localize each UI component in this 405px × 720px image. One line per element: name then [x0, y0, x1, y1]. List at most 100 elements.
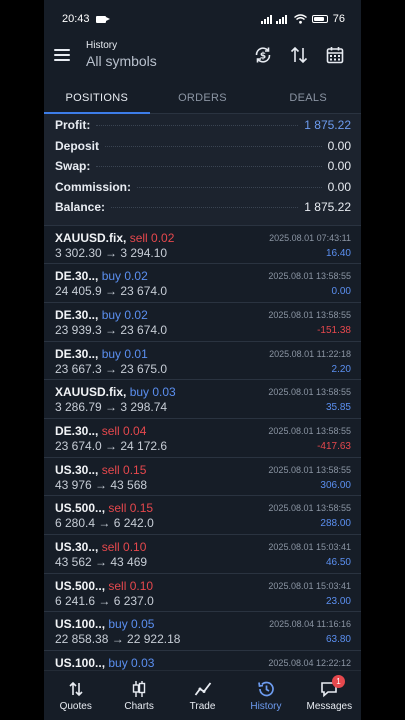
nav-trade[interactable]: Trade: [171, 671, 234, 720]
profit-value: 1 875.22: [304, 118, 351, 132]
deal-volume: buy 0.03: [108, 656, 155, 671]
deal-profit: 35.85: [325, 402, 351, 414]
deal-time: 2025.08.04 11:16:16: [269, 619, 351, 630]
nav-history[interactable]: History: [234, 671, 297, 720]
deal-symbol: DE.30..,: [55, 346, 99, 361]
trade-icon: [194, 681, 211, 696]
calendar-button[interactable]: [317, 40, 353, 70]
camera-icon: [95, 15, 110, 23]
deal-profit: 23.00: [325, 595, 351, 607]
deal-prices: 22 858.38 → 22 922.18: [55, 632, 181, 647]
deal-symbol: DE.30..,: [55, 423, 99, 438]
deal-symbol: US.100..,: [55, 617, 106, 632]
deal-symbol: XAUUSD.fix,: [55, 385, 127, 400]
summary-label: Commission:: [55, 179, 132, 194]
deal-prices: 23 667.3 → 23 675.0: [55, 361, 168, 376]
sort-icon: [290, 46, 308, 64]
deal-profit: 46.50: [325, 557, 351, 568]
deal-symbol: US.500..,: [55, 501, 106, 516]
nav-label: History: [250, 700, 282, 712]
deal-row[interactable]: DE.30.., sell 0.04 23 674.0 → 24 172.6 2…: [44, 419, 361, 458]
bottom-navigation: Quotes Charts Trade History Messages 1: [44, 670, 361, 720]
status-bar: 20:43 76: [44, 0, 361, 38]
deal-prices: 3 302.30 → 3 294.10: [55, 245, 168, 260]
summary-label: Deposit: [55, 138, 100, 153]
app-screen: 20:43 76 History All symbols $ POSITIONS…: [44, 0, 361, 720]
deal-prices: 23 674.0 → 24 172.6: [55, 438, 168, 453]
deal-prices: 23 939.3 → 23 674.0: [55, 322, 168, 337]
deal-row[interactable]: DE.30.., buy 0.01 23 667.3 → 23 675.0 20…: [44, 342, 361, 381]
page-title: History: [86, 40, 118, 51]
deal-volume: sell 0.15: [108, 501, 154, 516]
deal-time: 2025.08.01 07:43:11: [269, 232, 351, 243]
quotes-icon: [69, 681, 83, 696]
currency-refresh-icon: $: [255, 47, 271, 63]
deal-volume: buy 0.03: [129, 385, 176, 400]
deal-time: 2025.08.01 13:58:55: [268, 387, 351, 398]
tab-deals[interactable]: DEALS: [255, 82, 361, 113]
deal-volume: buy 0.05: [108, 617, 155, 632]
history-icon: [258, 681, 274, 696]
nav-charts[interactable]: Charts: [107, 671, 170, 720]
nav-label: Messages: [306, 700, 353, 712]
battery-level: 76: [332, 13, 345, 25]
clock: 20:43: [62, 13, 90, 25]
tab-orders[interactable]: ORDERS: [150, 82, 256, 113]
deal-profit: 16.40: [325, 247, 351, 259]
deal-prices: 6 241.6 → 6 237.0: [55, 593, 154, 608]
app-bar: History All symbols $: [44, 38, 361, 72]
deal-row[interactable]: US.30.., sell 0.15 43 976 → 43 568 2025.…: [44, 458, 361, 497]
deal-volume: sell 0.15: [101, 462, 147, 477]
deal-symbol: US.100..,: [55, 656, 106, 671]
deal-time: 2025.08.01 13:58:55: [268, 425, 351, 436]
deal-profit: 288.00: [320, 518, 351, 530]
deal-row[interactable]: US.500.., sell 0.10 6 241.6 → 6 237.0 20…: [44, 574, 361, 613]
deal-prices: 6 280.4 → 6 242.0: [55, 516, 154, 531]
refresh-currency-button[interactable]: $: [245, 40, 281, 70]
tab-positions[interactable]: POSITIONS: [44, 82, 150, 114]
deal-row[interactable]: US.30.., sell 0.10 43 562 → 43 469 2025.…: [44, 535, 361, 574]
deal-profit: 63.80: [325, 634, 351, 646]
summary-row: Balance: 1 875.22: [55, 200, 351, 221]
deal-row[interactable]: US.500.., sell 0.15 6 280.4 → 6 242.0 20…: [44, 496, 361, 535]
nav-label: Quotes: [59, 700, 92, 712]
commission-value: 0.00: [327, 179, 351, 194]
summary-row: Profit: 1 875.22: [55, 118, 351, 139]
deal-volume: buy 0.02: [101, 269, 148, 284]
deal-prices: 3 286.79 → 3 298.74: [55, 400, 168, 415]
deal-profit: 0.00: [331, 286, 351, 298]
nav-label: Charts: [124, 700, 154, 712]
deal-symbol: XAUUSD.fix,: [55, 230, 127, 245]
deal-row[interactable]: DE.30.., buy 0.02 23 939.3 → 23 674.0 20…: [44, 303, 361, 342]
deal-volume: sell 0.10: [108, 578, 154, 593]
header-titles[interactable]: History All symbols: [86, 40, 245, 70]
deal-profit: 2.20: [331, 363, 351, 375]
summary-panel: Profit: 1 875.22 Deposit 0.00 Swap: 0.00…: [44, 114, 361, 226]
deal-list: XAUUSD.fix, sell 0.02 3 302.30 → 3 294.1…: [44, 226, 361, 690]
deal-symbol: US.500..,: [55, 578, 106, 593]
svg-text:$: $: [260, 52, 266, 62]
sort-button[interactable]: [281, 40, 317, 70]
calendar-icon: [326, 47, 344, 64]
deal-volume: sell 0.04: [101, 423, 147, 438]
summary-row: Swap: 0.00: [55, 159, 351, 180]
deal-row[interactable]: XAUUSD.fix, sell 0.02 3 302.30 → 3 294.1…: [44, 226, 361, 265]
swap-value: 0.00: [327, 159, 351, 173]
deal-row[interactable]: DE.30.., buy 0.02 24 405.9 → 23 674.0 20…: [44, 264, 361, 303]
history-tabs: POSITIONS ORDERS DEALS: [44, 82, 361, 114]
deal-volume: sell 0.02: [129, 230, 175, 245]
signal-icon: [260, 15, 287, 24]
summary-row: Commission: 0.00: [55, 180, 351, 201]
deal-row[interactable]: XAUUSD.fix, buy 0.03 3 286.79 → 3 298.74…: [44, 380, 361, 419]
deal-prices: 43 562 → 43 469: [55, 555, 148, 569]
deal-prices: 24 405.9 → 23 674.0: [55, 284, 168, 299]
nav-messages[interactable]: Messages 1: [298, 671, 361, 720]
deal-symbol: DE.30..,: [55, 307, 99, 322]
deal-row[interactable]: US.100.., buy 0.05 22 858.38 → 22 922.18…: [44, 612, 361, 652]
charts-icon: [132, 680, 146, 697]
menu-icon[interactable]: [54, 49, 70, 61]
summary-label: Balance:: [55, 200, 106, 214]
battery-icon: [311, 15, 328, 23]
nav-quotes[interactable]: Quotes: [44, 671, 107, 720]
deal-time: 2025.08.01 13:58:55: [268, 309, 351, 320]
